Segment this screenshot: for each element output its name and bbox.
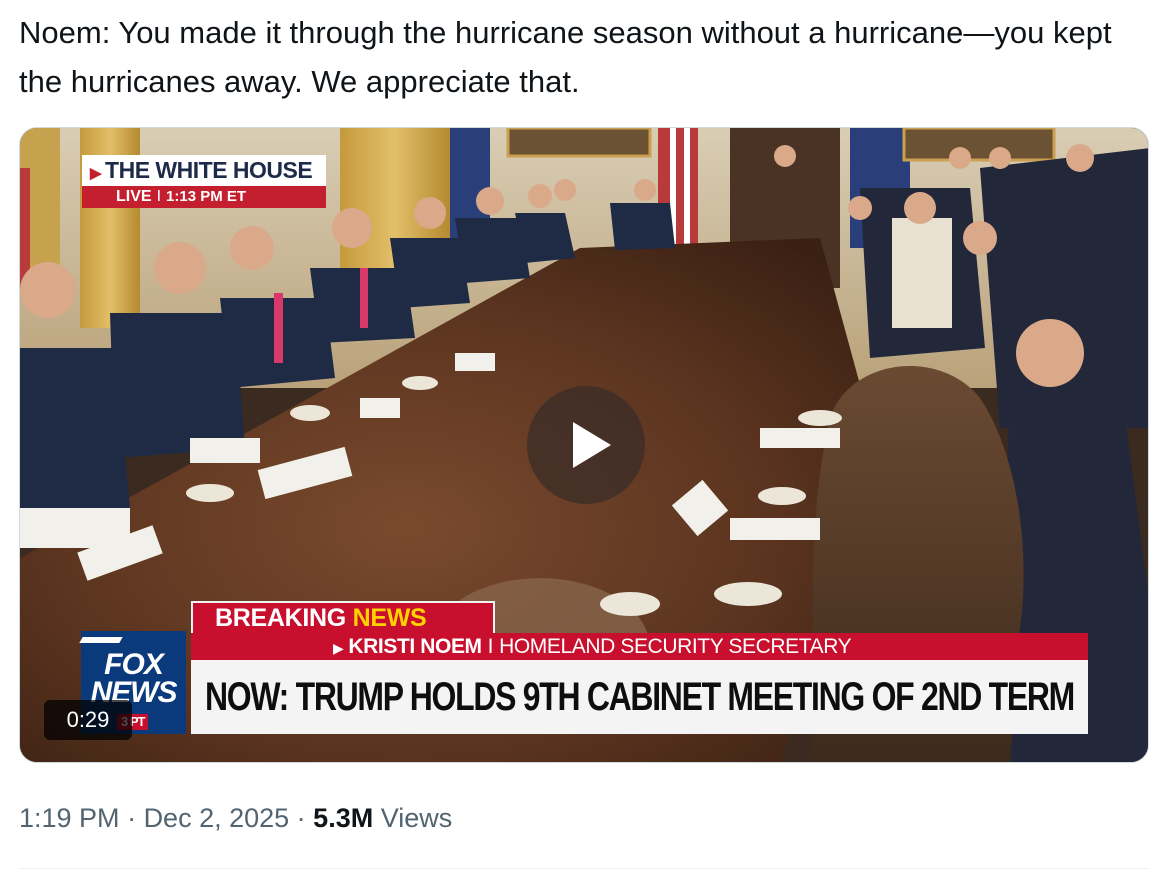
video-player[interactable]: ▶ THE WHITE HOUSE LIVE I 1:13 PM ET BREAKIN… <box>19 127 1149 763</box>
white-house-title: ▶ THE WHITE HOUSE <box>82 155 326 186</box>
live-timestamp: LIVE I 1:13 PM ET <box>82 186 326 208</box>
meta-separator: · <box>289 803 314 833</box>
breaking-word: BREAKING <box>215 604 353 632</box>
live-separator: I <box>156 188 162 205</box>
live-label: LIVE <box>116 188 152 205</box>
headline-chyron: NOW: TRUMP HOLDS 9TH CABINET MEETING OF … <box>191 660 1088 734</box>
play-icon <box>573 422 611 468</box>
logo-stripe <box>79 637 123 643</box>
tweet-metadata: 1:19 PM · Dec 2, 2025 · 5.3M Views <box>19 800 452 836</box>
breaking-news-label: BREAKING NEWS <box>191 601 495 635</box>
meta-separator: · <box>119 803 144 833</box>
post-time[interactable]: 1:19 PM <box>19 803 120 833</box>
headline-text: NOW: TRUMP HOLDS 9TH CABINET MEETING OF … <box>205 675 1075 719</box>
views-count: 5.3M <box>313 803 374 833</box>
speaker-name: KRISTI NOEM <box>348 635 482 658</box>
divider <box>19 868 1149 869</box>
speaker-title: HOMELAND SECURITY SECRETARY <box>499 635 852 658</box>
speaker-lower-third: ▶ KRISTI NOEM I HOMELAND SECURITY SECRETARY <box>191 633 1088 660</box>
post-date[interactable]: Dec 2, 2025 <box>144 803 290 833</box>
tweet-text: Noem: You made it through the hurricane … <box>19 15 1112 99</box>
white-house-banner: ▶ THE WHITE HOUSE LIVE I 1:13 PM ET <box>82 155 326 208</box>
views-label: Views <box>373 803 453 833</box>
news-word: NEWS <box>352 604 427 632</box>
speaker-separator: I <box>487 635 494 658</box>
video-duration: 0:29 <box>44 700 132 740</box>
triangle-icon: ▶ <box>90 165 102 182</box>
triangle-icon: ▶ <box>333 640 344 656</box>
live-time: 1:13 PM ET <box>166 188 247 205</box>
logo-line1: FOX <box>104 648 164 681</box>
play-button[interactable] <box>527 386 645 504</box>
